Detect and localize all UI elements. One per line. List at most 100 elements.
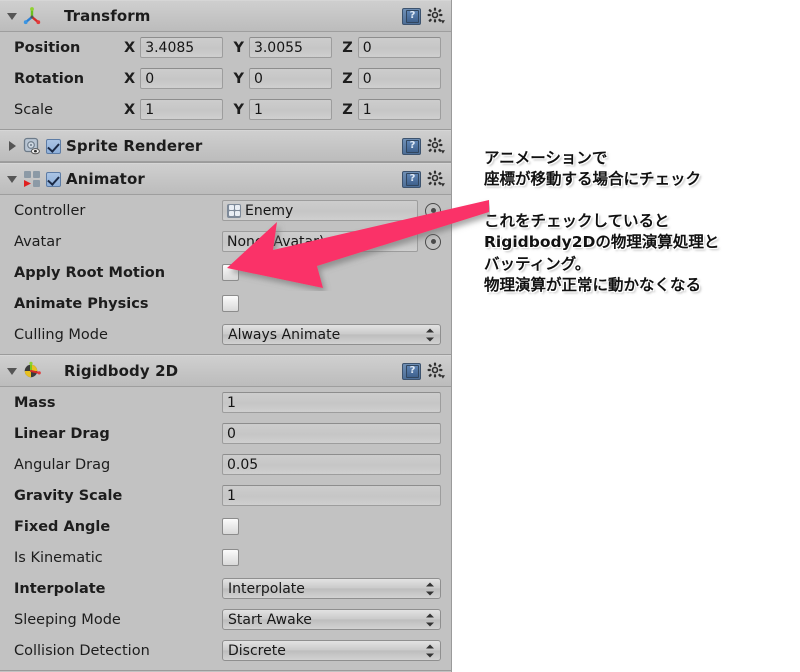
apply-root-motion-checkbox[interactable] — [222, 264, 239, 281]
component-sprite-renderer: Sprite Renderer ? — [0, 130, 451, 163]
rotation-z-axis-label: Z — [342, 70, 353, 87]
transform-axes-icon — [22, 6, 42, 26]
position-z-input[interactable]: 0 — [357, 37, 441, 58]
component-rigidbody-2d: Rigidbody 2D ? Mass 1 Linear Drag 0 Angu… — [0, 355, 451, 671]
rigidbody-2d-foldout-toggle[interactable] — [4, 363, 20, 379]
gear-icon[interactable] — [427, 170, 445, 188]
animator-enable-checkbox[interactable] — [46, 171, 61, 187]
angular-drag-row: Angular Drag 0.05 — [0, 449, 451, 480]
avatar-object-field[interactable]: None (Avatar) — [222, 231, 418, 252]
transform-position-row: Position X 3.4085 Y 3.0055 Z 0 — [0, 32, 451, 63]
rigidbody-2d-body: Mass 1 Linear Drag 0 Angular Drag 0.05 G… — [0, 387, 451, 670]
sleeping-mode-label: Sleeping Mode — [14, 611, 121, 628]
gear-icon[interactable] — [427, 137, 445, 155]
rigidbody-2d-title: Rigidbody 2D — [64, 362, 179, 380]
scale-y-input[interactable]: 1 — [248, 99, 333, 120]
gear-icon[interactable] — [427, 362, 445, 380]
gear-icon[interactable] — [427, 7, 445, 25]
rigidbody-2d-header-actions: ? — [402, 356, 445, 386]
animator-header[interactable]: Animator ? — [0, 164, 451, 195]
is-kinematic-checkbox[interactable] — [222, 549, 239, 566]
animate-physics-row: Animate Physics — [0, 288, 451, 319]
controller-label: Controller — [14, 202, 86, 219]
linear-drag-label: Linear Drag — [14, 425, 110, 442]
sprite-renderer-foldout-toggle[interactable] — [4, 138, 20, 154]
rotation-x-input[interactable]: 0 — [140, 68, 224, 89]
help-book-icon[interactable]: ? — [402, 137, 421, 155]
object-picker-icon[interactable] — [425, 202, 441, 219]
gravity-scale-input[interactable]: 1 — [222, 485, 441, 506]
component-animator: Animator ? Controller Enemy Avatar None … — [0, 163, 451, 355]
sprite-renderer-enable-checkbox[interactable] — [46, 138, 61, 154]
transform-rotation-row: Rotation X 0 Y 0 Z 0 — [0, 63, 451, 94]
collision-detection-label: Collision Detection — [14, 642, 150, 659]
updown-arrows-icon — [426, 328, 434, 341]
fixed-angle-checkbox[interactable] — [222, 518, 239, 535]
position-x-input[interactable]: 3.4085 — [140, 37, 224, 58]
animate-physics-label: Animate Physics — [14, 295, 149, 312]
animate-physics-checkbox[interactable] — [222, 295, 239, 312]
controller-value: Enemy — [245, 202, 294, 219]
controller-object-field[interactable]: Enemy — [222, 200, 418, 221]
component-transform: Transform ? Position X 3.4085 Y 3.0055 Z… — [0, 0, 451, 130]
animator-title: Animator — [66, 170, 145, 188]
scale-vector3: X 1 Y 1 Z 1 — [124, 99, 441, 120]
mass-input[interactable]: 1 — [222, 392, 441, 413]
apply-root-motion-row: Apply Root Motion — [0, 257, 451, 288]
scale-label: Scale — [14, 101, 54, 118]
culling-mode-row: Culling Mode Always Animate — [0, 319, 451, 350]
updown-arrows-icon — [426, 613, 434, 626]
sprite-renderer-title: Sprite Renderer — [66, 137, 203, 155]
avatar-label: Avatar — [14, 233, 62, 250]
mass-label: Mass — [14, 394, 56, 411]
sprite-renderer-header[interactable]: Sprite Renderer ? — [0, 131, 451, 162]
help-book-icon[interactable]: ? — [402, 7, 421, 25]
rigidbody-2d-header[interactable]: Rigidbody 2D ? — [0, 356, 451, 387]
collision-detection-dropdown[interactable]: Discrete — [222, 640, 441, 661]
help-book-icon[interactable]: ? — [402, 170, 421, 188]
gravity-scale-row: Gravity Scale 1 — [0, 480, 451, 511]
sprite-renderer-header-actions: ? — [402, 131, 445, 161]
culling-mode-dropdown[interactable]: Always Animate — [222, 324, 441, 345]
chevron-down-icon — [7, 12, 17, 20]
apply-root-motion-label: Apply Root Motion — [14, 264, 166, 281]
scale-y-axis-label: Y — [233, 101, 244, 118]
annotation-top-text: アニメーションで 座標が移動する場合にチェック — [484, 149, 702, 189]
position-z-axis-label: Z — [342, 39, 353, 56]
position-vector3: X 3.4085 Y 3.0055 Z 0 — [124, 37, 441, 58]
animator-body: Controller Enemy Avatar None (Avatar) Ap… — [0, 195, 451, 354]
transform-title: Transform — [64, 7, 151, 25]
chevron-down-icon — [7, 175, 17, 183]
updown-arrows-icon — [426, 582, 434, 595]
linear-drag-input[interactable]: 0 — [222, 423, 441, 444]
gravity-scale-label: Gravity Scale — [14, 487, 123, 504]
angular-drag-input[interactable]: 0.05 — [222, 454, 441, 475]
scale-z-input[interactable]: 1 — [357, 99, 441, 120]
is-kinematic-label: Is Kinematic — [14, 549, 103, 566]
animator-icon — [22, 169, 42, 189]
rotation-label: Rotation — [14, 70, 85, 87]
scale-z-axis-label: Z — [342, 101, 353, 118]
position-x-axis-label: X — [124, 39, 136, 56]
collision-detection-row: Collision Detection Discrete — [0, 635, 451, 666]
interpolate-row: Interpolate Interpolate — [0, 573, 451, 604]
object-picker-icon[interactable] — [425, 233, 441, 250]
transform-header[interactable]: Transform ? — [0, 1, 451, 32]
rotation-y-input[interactable]: 0 — [248, 68, 333, 89]
transform-body: Position X 3.4085 Y 3.0055 Z 0 Rotation … — [0, 32, 451, 129]
angular-drag-label: Angular Drag — [14, 456, 111, 473]
scale-x-axis-label: X — [124, 101, 136, 118]
animator-foldout-toggle[interactable] — [4, 171, 20, 187]
help-book-icon[interactable]: ? — [402, 362, 421, 380]
sprite-renderer-icon — [22, 136, 42, 156]
transform-foldout-toggle[interactable] — [4, 8, 20, 24]
transform-scale-row: Scale X 1 Y 1 Z 1 — [0, 94, 451, 125]
collision-detection-value: Discrete — [228, 642, 286, 659]
rigidbody2d-icon — [22, 361, 42, 381]
transform-header-actions: ? — [402, 1, 445, 31]
rotation-z-input[interactable]: 0 — [357, 68, 441, 89]
position-y-input[interactable]: 3.0055 — [248, 37, 333, 58]
scale-x-input[interactable]: 1 — [140, 99, 224, 120]
sleeping-mode-dropdown[interactable]: Start Awake — [222, 609, 441, 630]
interpolate-dropdown[interactable]: Interpolate — [222, 578, 441, 599]
